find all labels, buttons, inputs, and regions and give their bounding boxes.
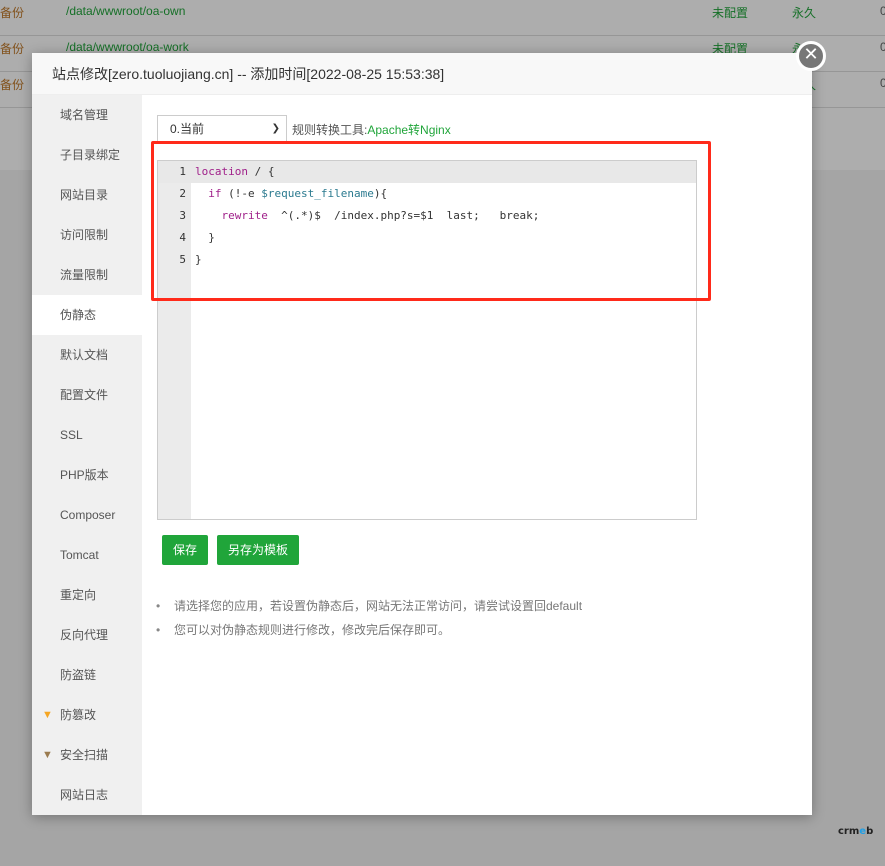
sidebar-item-label: PHP版本 xyxy=(60,468,109,482)
sidebar-item-label: 域名管理 xyxy=(60,108,109,122)
close-icon[interactable]: ✕ xyxy=(796,41,826,71)
dialog-title: 站点修改[zero.tuoluojiang.cn] -- 添加时间[2022-0… xyxy=(32,53,812,95)
line-number: 3 xyxy=(179,209,186,222)
code-text: } xyxy=(195,231,215,244)
sidebar-item[interactable]: ▼ 安全扫描 xyxy=(32,735,142,775)
code-line: 4 } xyxy=(158,227,696,249)
sidebar-item-label: 反向代理 xyxy=(60,628,109,642)
gem-bronze-icon: ▼ xyxy=(42,749,53,761)
code-editor[interactable]: 1 location / { 2 if (!-e $request_filena… xyxy=(157,160,697,520)
sidebar-item-label: SSL xyxy=(60,428,83,442)
sidebar-item-label: 防篡改 xyxy=(60,708,97,722)
code-text: if (!-e $request_filename){ xyxy=(208,187,388,200)
line-number: 5 xyxy=(179,253,186,266)
sidebar-item[interactable]: 默认文档 xyxy=(32,335,142,375)
sidebar-item-label: Tomcat xyxy=(60,548,99,562)
sidebar-item[interactable]: 流量限制 xyxy=(32,255,142,295)
sidebar-item-label: 伪静态 xyxy=(60,308,97,322)
sidebar-item[interactable]: 配置文件 xyxy=(32,375,142,415)
code-line: 2 if (!-e $request_filename){ xyxy=(158,183,696,205)
code-text: location / { xyxy=(195,165,275,178)
template-select-value: 0.当前 xyxy=(170,122,205,136)
chevron-down-icon: ❯ xyxy=(271,123,280,134)
apache-to-nginx-link[interactable]: Apache转Nginx xyxy=(367,121,450,138)
sidebar-item-label: 防盗链 xyxy=(60,668,97,682)
sidebar-item[interactable]: SSL xyxy=(32,415,142,455)
save-as-template-button[interactable]: 另存为模板 xyxy=(217,535,300,565)
gem-gold-icon: ▼ xyxy=(42,709,53,721)
watermark-logo: crmeb xyxy=(838,826,873,837)
logo-text: b xyxy=(866,826,874,837)
template-select[interactable]: 0.当前 ❯ xyxy=(157,115,287,143)
line-number: 4 xyxy=(179,231,186,244)
sidebar-item[interactable]: 重定向 xyxy=(32,575,142,615)
sidebar-item[interactable]: 域名管理 xyxy=(32,95,142,135)
sidebar-item-label: 默认文档 xyxy=(60,348,109,362)
sidebar-item[interactable]: 访问限制 xyxy=(32,215,142,255)
sidebar-item-label: 安全扫描 xyxy=(60,748,109,762)
code-line: 5 } xyxy=(158,249,696,271)
sidebar-item-label: Composer xyxy=(60,508,116,522)
save-button[interactable]: 保存 xyxy=(162,535,209,565)
tip-item: 请选择您的应用，若设置伪静态后，网站无法正常访问，请尝试设置回default xyxy=(156,595,582,619)
tip-item: 您可以对伪静态规则进行修改，修改完后保存即可。 xyxy=(156,619,582,643)
sidebar-item[interactable]: 反向代理 xyxy=(32,615,142,655)
sidebar-item[interactable]: ▼ 防篡改 xyxy=(32,695,142,735)
sidebar-item[interactable]: PHP版本 xyxy=(32,455,142,495)
sidebar: 域名管理子目录绑定网站目录访问限制流量限制伪静态默认文档配置文件 SSL PHP版本… xyxy=(32,95,142,815)
sidebar-item[interactable]: 网站日志 xyxy=(32,775,142,815)
sidebar-item-label: 子目录绑定 xyxy=(60,148,121,162)
sidebar-item[interactable]: 伪静态 xyxy=(32,295,142,335)
sidebar-item[interactable]: Composer xyxy=(32,495,142,535)
sidebar-item[interactable]: 防盗链 xyxy=(32,655,142,695)
convert-tool-label: 规则转换工具: xyxy=(292,122,368,137)
logo-text: crm xyxy=(838,826,860,837)
rewrite-panel: 0.当前 ❯ 规则转换工具: Apache转Nginx 1 location /… xyxy=(142,95,812,815)
sidebar-item-label: 重定向 xyxy=(60,588,97,602)
code-line: 1 location / { xyxy=(158,161,696,183)
sidebar-item-label: 流量限制 xyxy=(60,268,109,282)
line-number: 1 xyxy=(179,165,186,178)
sidebar-item-label: 网站日志 xyxy=(60,788,109,802)
site-edit-dialog: 站点修改[zero.tuoluojiang.cn] -- 添加时间[2022-0… xyxy=(32,53,812,815)
sidebar-item[interactable]: Tomcat xyxy=(32,535,142,575)
code-line: 3 rewrite ^(.*)$ /index.php?s=$1 last; b… xyxy=(158,205,696,227)
sidebar-item-label: 配置文件 xyxy=(60,388,109,402)
sidebar-item-label: 访问限制 xyxy=(60,228,109,242)
code-text: } xyxy=(195,253,202,266)
sidebar-item-label: 网站目录 xyxy=(60,188,109,202)
line-number: 2 xyxy=(179,187,186,200)
help-tips: 请选择您的应用，若设置伪静态后，网站无法正常访问，请尝试设置回default 您… xyxy=(156,595,582,643)
template-row: 0.当前 ❯ 规则转换工具: Apache转Nginx xyxy=(157,115,451,143)
action-buttons: 保存 另存为模板 xyxy=(162,535,300,565)
code-text: rewrite ^(.*)$ /index.php?s=$1 last; bre… xyxy=(221,209,540,222)
sidebar-item[interactable]: 网站目录 xyxy=(32,175,142,215)
sidebar-item[interactable]: 子目录绑定 xyxy=(32,135,142,175)
